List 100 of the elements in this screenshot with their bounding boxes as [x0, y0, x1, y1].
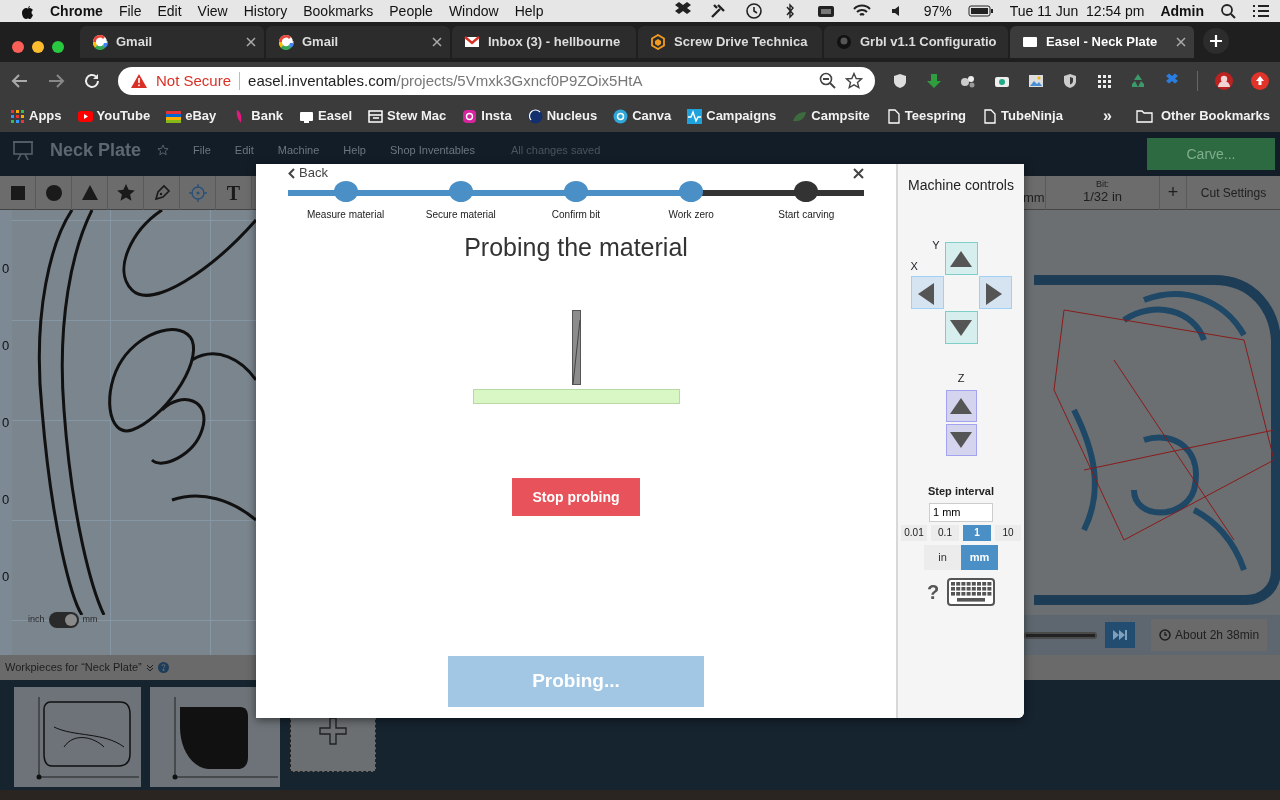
grid-icon[interactable]	[10, 108, 25, 124]
menu-icon[interactable]	[1252, 4, 1270, 18]
easel-icon[interactable]	[12, 139, 34, 161]
bookmark-link[interactable]: Teespring	[904, 106, 967, 126]
chevron-down-icon[interactable]	[145, 663, 154, 672]
app-menu[interactable]: Chrome	[50, 0, 103, 22]
bookmark-link[interactable]: Campaigns	[706, 106, 777, 126]
browser-tab[interactable]: Inbox (3) - hellbourne	[452, 26, 636, 58]
menu-item[interactable]: Edit	[234, 141, 254, 159]
menu-item[interactable]: Help	[343, 141, 366, 159]
pulse-icon[interactable]	[687, 108, 703, 124]
bookmark-link[interactable]: Apps	[29, 106, 62, 126]
close-window-icon[interactable]	[12, 41, 24, 53]
new-tab-icon[interactable]	[1202, 26, 1230, 55]
zoom-out-icon[interactable]	[819, 72, 838, 90]
bookmark-link[interactable]: Stew Mac	[387, 106, 447, 126]
stop-probing-button[interactable]: Stop probing	[512, 478, 640, 516]
bookmark-link[interactable]: TubeNinja	[1001, 106, 1063, 126]
star-tool-icon[interactable]	[115, 182, 136, 203]
globe-icon[interactable]	[527, 108, 543, 124]
jog-x-right-button[interactable]	[978, 276, 1012, 309]
close-icon[interactable]	[1176, 37, 1186, 47]
close-icon[interactable]	[853, 167, 864, 179]
bit-label: Bit:	[1096, 180, 1109, 191]
user-name[interactable]: Admin	[1160, 0, 1204, 22]
clock-icon[interactable]	[743, 1, 764, 21]
clock-text[interactable]: Tue 11 Jun 12:54 pm	[1009, 0, 1145, 22]
browser-tab[interactable]: Gmail	[80, 26, 264, 58]
menu-item[interactable]: Window	[448, 0, 499, 22]
circle-tool-icon[interactable]	[43, 182, 64, 203]
bookmark-link[interactable]: Other Bookmarks	[1160, 106, 1270, 126]
menu-item[interactable]: People	[389, 0, 433, 22]
maximize-window-icon[interactable]	[52, 41, 64, 53]
browser-tab[interactable]: Screw Drive Technica	[638, 26, 822, 58]
close-icon[interactable]	[246, 37, 256, 47]
unit-switch[interactable]	[48, 612, 79, 628]
folder-icon[interactable]	[1135, 109, 1153, 123]
unit-option[interactable]: in	[924, 544, 961, 570]
play-icon[interactable]	[77, 108, 93, 124]
step-option[interactable]: 0.1	[931, 524, 959, 541]
jog-y-up-button[interactable]	[944, 242, 978, 275]
menu-item[interactable]: Help	[514, 0, 544, 22]
jog-z-up-button[interactable]	[945, 390, 977, 422]
step-option[interactable]: 0.01	[901, 524, 927, 541]
download-arrow-icon[interactable]	[925, 72, 944, 90]
menu-item[interactable]: File	[193, 141, 211, 159]
menu-item[interactable]: Shop Inventables	[389, 141, 475, 159]
window-icon[interactable]	[368, 108, 384, 124]
address-field[interactable]: Not Secure easel.inventables.com/projects/5Vmxk3Gxncf0P9ZOix5HtA	[118, 67, 876, 95]
apple-icon[interactable]	[20, 3, 34, 19]
jog-x-left-button[interactable]	[910, 276, 944, 309]
bookmark-link[interactable]: Insta	[481, 106, 512, 126]
star-icon[interactable]	[845, 72, 864, 90]
document-icon[interactable]	[885, 108, 901, 124]
browser-tab[interactable]: Easel - Neck Plate	[1010, 26, 1194, 58]
grid-icon[interactable]	[1095, 72, 1114, 90]
skip-button[interactable]	[1105, 622, 1135, 648]
menu-item[interactable]: Edit	[157, 0, 182, 22]
menu-item[interactable]: File	[118, 0, 142, 22]
circle-icon[interactable]	[613, 108, 629, 124]
bookmark-link[interactable]: Canva	[632, 106, 672, 126]
reload-icon[interactable]	[82, 71, 102, 91]
bookmark-link[interactable]: YouTube	[96, 106, 151, 126]
stripes-icon[interactable]	[166, 108, 182, 124]
page-icon	[1022, 34, 1038, 50]
camera-icon[interactable]	[462, 108, 478, 124]
overflow-chevron[interactable]: »	[1103, 104, 1112, 128]
step-label: Start carving	[778, 208, 835, 222]
menu-item[interactable]: Bookmarks	[303, 0, 374, 22]
picture-icon[interactable]	[1027, 72, 1046, 90]
browser-tab[interactable]: Gmail	[266, 26, 450, 58]
bookmark-link[interactable]: Bank	[251, 106, 284, 126]
menu-item[interactable]: View	[197, 0, 228, 22]
bookmark-link[interactable]: Easel	[318, 106, 353, 126]
step-label: Secure material	[425, 208, 496, 222]
help-link[interactable]: ?	[926, 581, 940, 602]
back-link[interactable]: Back	[288, 163, 328, 183]
avatar-icon[interactable]	[1214, 71, 1234, 91]
document-icon[interactable]	[982, 108, 998, 124]
minimize-window-icon[interactable]	[32, 41, 44, 53]
star-icon[interactable]	[157, 144, 170, 156]
search-icon[interactable]	[1220, 3, 1236, 19]
axis-label: Z	[957, 373, 965, 384]
menu-item[interactable]: Machine	[277, 141, 320, 159]
menu-item[interactable]: History	[243, 0, 288, 22]
jog-z-down-button[interactable]	[945, 424, 977, 456]
battery-icon[interactable]	[967, 4, 994, 18]
security-label[interactable]: Not Secure	[156, 69, 232, 93]
workpiece-thumbnail[interactable]	[150, 687, 280, 787]
bookmark-link[interactable]: Nucleus	[546, 106, 598, 126]
keyboard-icon[interactable]	[947, 577, 996, 606]
step-option[interactable]: 10	[995, 524, 1021, 541]
step-interval-field[interactable]: 1 mm	[929, 502, 993, 522]
close-icon[interactable]	[432, 37, 442, 47]
bookmark-link[interactable]: Campsite	[811, 106, 870, 126]
bookmark-link[interactable]: eBay	[185, 106, 217, 126]
ruler-number: 0	[2, 493, 11, 506]
jog-y-down-button[interactable]	[944, 311, 978, 344]
browser-tab[interactable]: Grbl v1.1 Configuratio	[824, 26, 1008, 58]
workpiece-thumbnail[interactable]	[14, 687, 141, 787]
